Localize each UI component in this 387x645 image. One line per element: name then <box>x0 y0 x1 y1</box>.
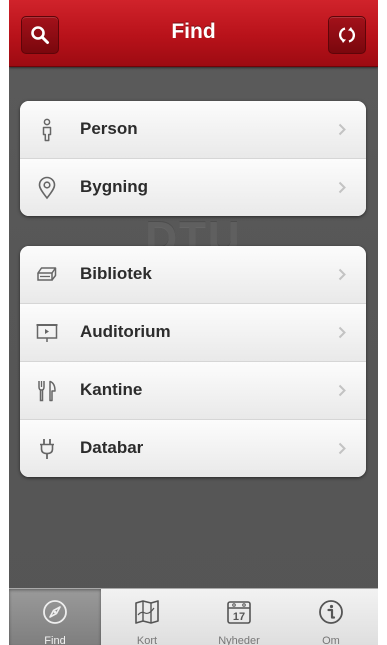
info-icon <box>319 600 343 624</box>
top-bar: Find <box>9 0 378 67</box>
bottom-tab-bar: Find Kort 17 Nyheder Om <box>9 588 378 645</box>
app-screen: Find DTU Person Bygning Bibliotek Audito… <box>9 0 378 645</box>
compass-icon <box>43 600 67 624</box>
find-group-places: Bibliotek Auditorium Kantine Databar <box>20 246 366 477</box>
list-item-label: Kantine <box>80 380 143 399</box>
tab-label: Kort <box>136 635 158 645</box>
refresh-button[interactable] <box>328 16 366 54</box>
calendar-day-number: 17 <box>233 611 245 623</box>
page-title: Find <box>171 20 216 43</box>
projector-screen-icon <box>36 324 58 342</box>
find-group-people-buildings: Person Bygning <box>20 101 366 216</box>
chevron-right-icon <box>338 384 346 397</box>
tab-label: Nyheder <box>218 635 260 645</box>
list-item-label: Auditorium <box>80 322 171 341</box>
list-item-label: Person <box>80 119 138 138</box>
chevron-right-icon <box>338 268 346 281</box>
book-icon <box>37 267 57 281</box>
list-item-bygning[interactable]: Bygning <box>20 158 366 216</box>
chevron-right-icon <box>338 181 346 194</box>
list-item-kantine[interactable]: Kantine <box>20 361 366 419</box>
map-icon <box>135 600 159 624</box>
plug-icon <box>40 439 54 459</box>
list-item-databar[interactable]: Databar <box>20 419 366 477</box>
list-item-label: Bygning <box>80 177 148 196</box>
location-pin-icon <box>38 176 56 200</box>
list-item-label: Bibliotek <box>80 264 152 283</box>
chevron-right-icon <box>338 442 346 455</box>
calendar-icon: 17 <box>227 601 251 624</box>
tab-om[interactable]: Om <box>285 589 377 645</box>
list-item-bibliotek[interactable]: Bibliotek <box>20 246 366 303</box>
tab-label: Find <box>44 635 66 645</box>
list-item-person[interactable]: Person <box>20 101 366 158</box>
person-icon <box>42 118 52 142</box>
tab-kort[interactable]: Kort <box>101 589 193 645</box>
chevron-right-icon <box>338 326 346 339</box>
list-item-label: Databar <box>80 438 144 457</box>
tab-nyheder[interactable]: 17 Nyheder <box>193 589 285 645</box>
tab-find[interactable]: Find <box>9 589 101 645</box>
chevron-right-icon <box>338 123 346 136</box>
list-item-auditorium[interactable]: Auditorium <box>20 303 366 361</box>
refresh-icon <box>338 27 356 43</box>
fork-knife-icon <box>38 380 56 402</box>
tab-label: Om <box>322 635 340 645</box>
